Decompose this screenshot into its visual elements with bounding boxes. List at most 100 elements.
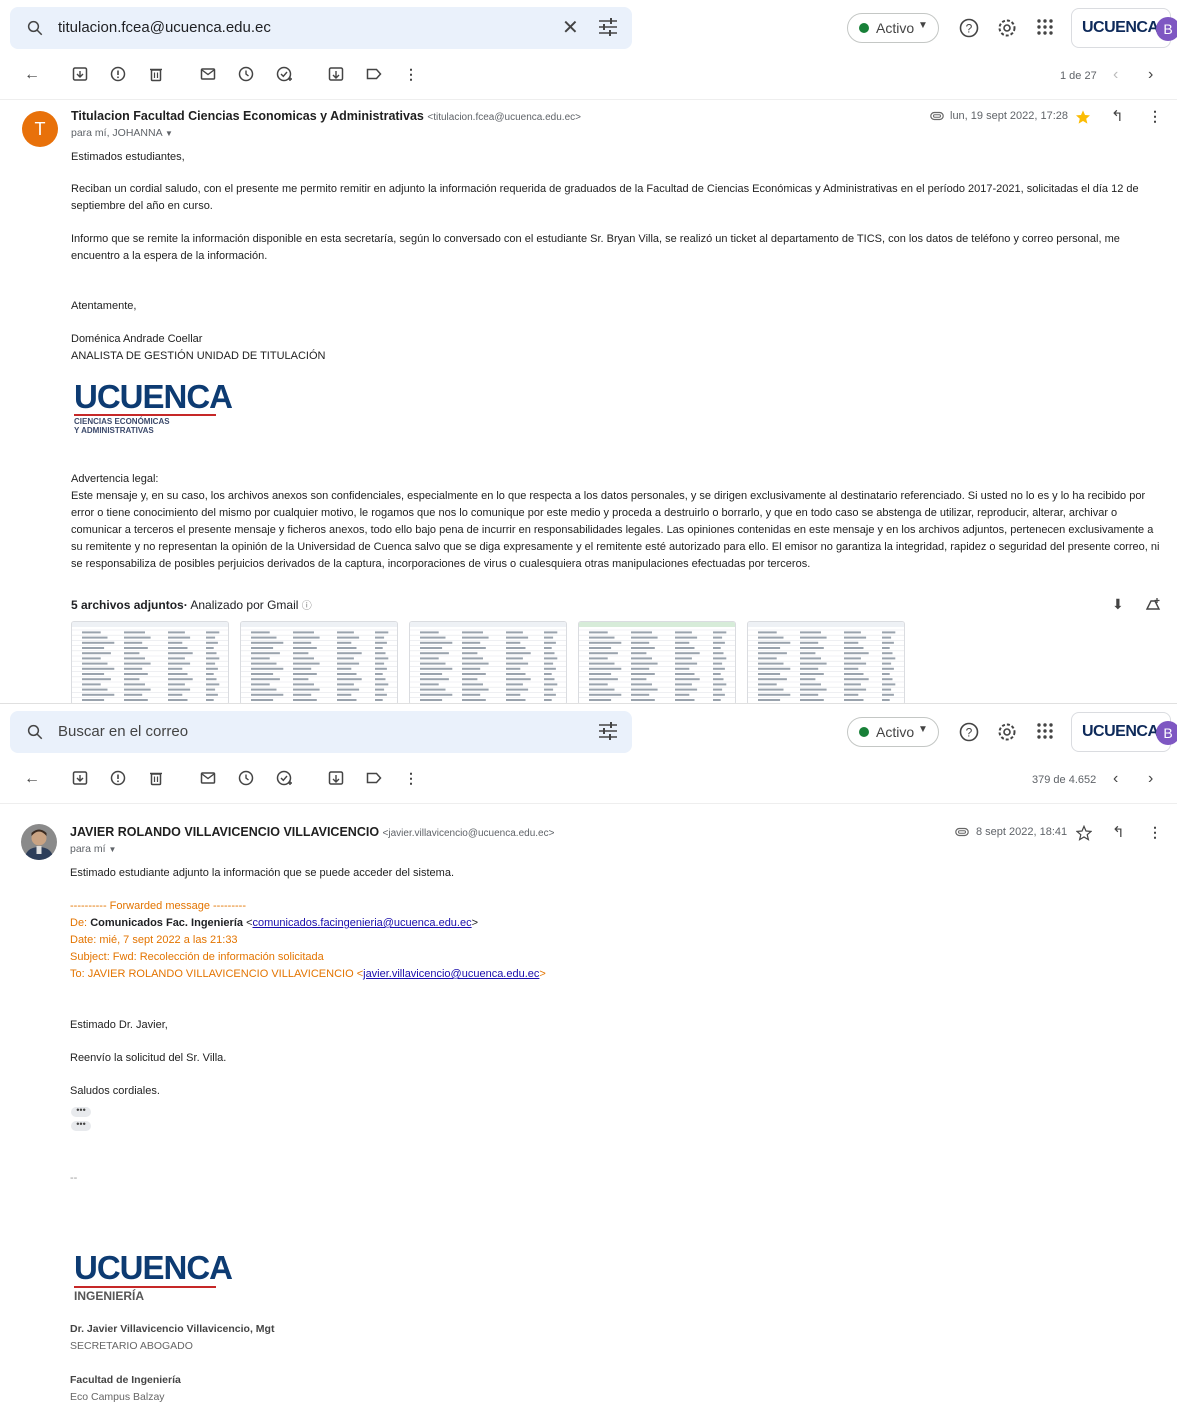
to-email-link[interactable]: javier.villavicencio@ucuenca.edu.ec	[363, 968, 539, 980]
add-task-icon[interactable]	[276, 66, 294, 82]
avatar[interactable]	[21, 824, 57, 860]
mail-icon[interactable]	[200, 770, 216, 786]
chevron-down-icon[interactable]: ▼	[109, 845, 117, 854]
ucuenca-logo: UCUENCA INGENIERÍA	[74, 1251, 233, 1303]
tune-icon[interactable]	[598, 18, 618, 36]
sender[interactable]: JAVIER ROLANDO VILLAVICENCIO VILLAVICENC…	[70, 825, 554, 839]
signature: Dr. Javier Villavicencio Villavicencio, …	[70, 1321, 570, 1404]
info-icon[interactable]: ⓘ	[302, 601, 312, 612]
message-date: 8 sept 2022, 18:41	[976, 826, 1068, 838]
chevron-right-icon[interactable]: ›	[1148, 770, 1153, 788]
tune-icon[interactable]	[598, 722, 618, 740]
message-date: lun, 19 sept 2022, 17:28	[950, 110, 1069, 122]
attachment-thumbnail[interactable]	[409, 621, 567, 703]
recipients-label: para mí, JOHANNA	[71, 127, 163, 139]
show-trimmed-button[interactable]: •••	[71, 1120, 91, 1131]
move-icon[interactable]	[328, 770, 344, 786]
attachment-icon	[955, 827, 969, 837]
delete-icon[interactable]	[148, 770, 164, 786]
report-icon[interactable]	[110, 66, 126, 82]
message-toolbar: ← ⋮ 379 de 4.652 ‹ ›	[0, 760, 1177, 800]
chevron-left-icon[interactable]: ‹	[1113, 770, 1118, 788]
more-icon[interactable]: ⋮	[404, 66, 418, 83]
star-icon[interactable]	[1076, 825, 1092, 841]
archive-icon[interactable]	[72, 66, 88, 82]
apps-icon[interactable]	[1036, 722, 1054, 740]
closing: Atentamente,	[71, 300, 137, 312]
label-icon[interactable]	[366, 770, 382, 786]
forward-from: De: Comunicados Fac. Ingeniería <comunic…	[70, 917, 479, 929]
move-icon[interactable]	[328, 66, 344, 82]
sig-campus: Eco Campus Balzay	[70, 1391, 165, 1403]
account-avatar[interactable]: B	[1156, 721, 1177, 745]
svg-text:?: ?	[966, 22, 973, 36]
reply-icon[interactable]: ↰	[1112, 823, 1125, 841]
mail-icon[interactable]	[200, 66, 216, 82]
body-line: Saludos cordiales.	[70, 1085, 160, 1097]
sender[interactable]: Titulacion Facultad Ciencias Economicas …	[71, 109, 581, 123]
back-icon[interactable]: ←	[24, 770, 40, 788]
search-input[interactable]: titulacion.fcea@ucuenca.edu.ec	[58, 19, 271, 36]
from-email-link[interactable]: comunicados.facingenieria@ucuenca.edu.ec	[253, 917, 472, 929]
logo-subtitle: INGENIERÍA	[74, 1289, 145, 1303]
logo-text: UCUENCA	[74, 378, 233, 415]
attachment-thumbnail[interactable]	[747, 621, 905, 703]
greeting: Estimados estudiantes,	[71, 151, 185, 163]
status-dropdown[interactable]: Activo ▼	[847, 717, 939, 747]
top-bar: titulacion.fcea@ucuenca.edu.ec ✕ Activo …	[0, 0, 1177, 52]
chevron-left-icon[interactable]: ‹	[1113, 66, 1118, 84]
label-icon[interactable]	[366, 66, 382, 82]
star-icon[interactable]	[1075, 109, 1091, 125]
apps-icon[interactable]	[1036, 18, 1054, 36]
forward-subject: Subject: Fwd: Recolección de información…	[70, 951, 324, 963]
add-task-icon[interactable]	[276, 770, 294, 786]
snooze-icon[interactable]	[238, 770, 254, 786]
download-icon[interactable]: ⬇	[1112, 596, 1124, 613]
more-icon[interactable]: ⋮	[1148, 824, 1162, 841]
brand-label: UCUENCA	[1082, 723, 1159, 740]
search-box[interactable]: Buscar en el correo	[10, 711, 632, 753]
search-icon[interactable]	[26, 723, 44, 741]
add-to-drive-icon[interactable]	[1145, 597, 1161, 611]
ucuenca-logo: UCUENCA CIENCIAS ECONÓMICAS Y ADMINISTRA…	[74, 378, 233, 435]
chevron-down-icon: ▼	[918, 20, 928, 31]
search-box[interactable]: titulacion.fcea@ucuenca.edu.ec ✕	[10, 7, 632, 49]
attachment-thumbnail[interactable]	[240, 621, 398, 703]
help-icon[interactable]: ?	[959, 18, 979, 38]
snooze-icon[interactable]	[238, 66, 254, 82]
forwarded-body: Estimado Dr. Javier, Reenvío la solicitu…	[70, 1017, 870, 1100]
settings-icon[interactable]	[997, 18, 1017, 38]
attachment-thumbnail[interactable]	[71, 621, 229, 703]
recipients[interactable]: para mí ▼	[70, 843, 116, 855]
chevron-right-icon[interactable]: ›	[1148, 66, 1153, 84]
more-icon[interactable]: ⋮	[1148, 108, 1162, 125]
chevron-down-icon[interactable]: ▼	[165, 129, 173, 138]
sender-email: <javier.villavicencio@ucuenca.edu.ec>	[382, 828, 555, 839]
avatar[interactable]: T	[22, 111, 58, 147]
sig-faculty: Facultad de Ingeniería	[70, 1374, 181, 1386]
status-label: Activo	[876, 724, 915, 740]
more-icon[interactable]: ⋮	[404, 770, 418, 787]
settings-icon[interactable]	[997, 722, 1017, 742]
account-avatar[interactable]: B	[1156, 17, 1177, 41]
top-bar: Buscar en el correo Activo ▼ ? UCUENCA B	[0, 704, 1177, 756]
search-icon[interactable]	[26, 19, 44, 37]
spreadsheet-preview	[241, 622, 397, 701]
recipients[interactable]: para mí, JOHANNA ▼	[71, 127, 173, 139]
status-dropdown[interactable]: Activo ▼	[847, 13, 939, 43]
message-body: Estimados estudiantes, Reciban un cordia…	[71, 149, 1161, 365]
attachment-thumbnail[interactable]	[578, 621, 736, 703]
archive-icon[interactable]	[72, 770, 88, 786]
report-icon[interactable]	[110, 770, 126, 786]
help-icon[interactable]: ?	[959, 722, 979, 742]
sig-title: SECRETARIO ABOGADO	[70, 1340, 193, 1352]
delete-icon[interactable]	[148, 66, 164, 82]
back-icon[interactable]: ←	[24, 66, 40, 84]
close-icon[interactable]: ✕	[562, 15, 579, 40]
forward-to: To: JAVIER ROLANDO VILLAVICENCIO VILLAVI…	[70, 968, 546, 980]
show-trimmed-button[interactable]: •••	[71, 1106, 91, 1117]
status-label: Activo	[876, 20, 915, 36]
search-input[interactable]: Buscar en el correo	[58, 723, 188, 740]
attachments-header: 5 archivos adjuntos· Analizado por Gmail…	[71, 598, 312, 612]
reply-icon[interactable]: ↰	[1111, 107, 1124, 125]
